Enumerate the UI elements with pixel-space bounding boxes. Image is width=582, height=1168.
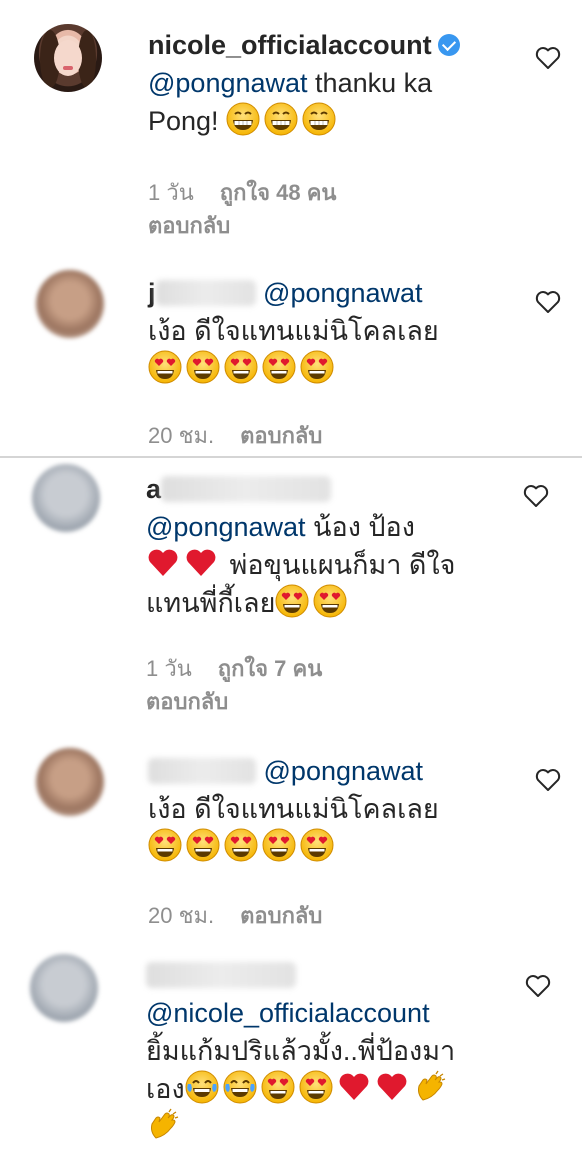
like-heart-icon[interactable] [534,766,562,794]
comment-text: เง้อ ดีใจแทนแม่นิโคลเลย [148,794,439,824]
heart-eyes-emoji [300,828,334,862]
heart-eyes-emoji [275,584,309,618]
comment-body: j @pongnawat เง้อ ดีใจแทนแม่นิโคลเลย [148,274,508,388]
comment-meta: 1 วัน ถูกใจ 48 คน [148,177,362,209]
comment-body: @pongnawat เง้อ ดีใจแทนแม่นิโคลเลย [148,752,508,866]
comment-time: 20 ชม. [148,903,215,928]
heart-eyes-emoji [261,1070,295,1104]
mention-link[interactable]: @pongnawat [264,756,424,786]
comment-time: 20 ชม. [148,423,215,448]
reply-button[interactable]: ตอบกลับ [146,686,228,718]
heart-eyes-emoji [148,350,182,384]
like-heart-icon[interactable] [524,972,552,1000]
grin-emoji [302,102,336,136]
heart-eyes-emoji [186,350,220,384]
grin-emoji [226,102,260,136]
comment-text: เง้อ ดีใจแทนแม่นิโคลเลย [148,316,439,346]
mention-link[interactable]: @pongnawat [146,512,306,542]
comment-meta: 20 ชม. ตอบกลับ [148,900,348,932]
comment-username[interactable]: a [146,474,161,504]
avatar[interactable] [36,748,104,816]
heart-eyes-emoji [148,828,182,862]
red-heart-emoji [337,1070,371,1104]
comment-text: แทนพี่กี้เลย [146,588,276,618]
comment-meta: 1 วัน ถูกใจ 7 คน [146,653,348,685]
comment-text: พ่อขุนแผนก็มา ดีใจ [229,550,456,580]
comment-time: 1 วัน [146,656,192,681]
comment-username[interactable]: nicole_officialaccount [148,30,432,60]
comment-text: เอง [146,1074,185,1104]
mention-link[interactable]: @pongnawat [148,68,308,98]
avatar[interactable] [32,464,100,532]
comment-meta: 20 ชม. ตอบกลับ [148,420,348,452]
heart-eyes-emoji [262,828,296,862]
comment-text: ยิ้มแก้มปริแล้วมั้ง..พี่ป้องมา [146,1036,456,1066]
heart-eyes-emoji [313,584,347,618]
joy-emoji [223,1070,257,1104]
comment-body: @nicole_officialaccount ยิ้มแก้มปริแล้วม… [146,956,506,1146]
red-heart-emoji [375,1070,409,1104]
like-heart-icon[interactable] [534,44,562,72]
red-heart-emoji [146,546,180,580]
red-heart-emoji [184,546,218,580]
reply-button[interactable]: ตอบกลับ [240,903,322,928]
blurred-username [161,476,332,502]
heart-eyes-emoji [300,350,334,384]
avatar[interactable] [36,270,104,338]
blurred-username [148,758,256,784]
reply-button[interactable]: ตอบกลับ [240,423,322,448]
verified-badge-icon [437,34,460,56]
avatar[interactable] [30,954,98,1022]
comment-time: 1 วัน [148,180,194,205]
like-heart-icon[interactable] [534,288,562,316]
heart-eyes-emoji [299,1070,333,1104]
grin-emoji [264,102,298,136]
reply-button[interactable]: ตอบกลับ [148,210,230,242]
comment-body: nicole_officialaccount @pongnawat thanku… [148,26,488,140]
avatar[interactable] [34,24,102,92]
comment-likes[interactable]: ถูกใจ 48 คน [220,180,337,205]
heart-eyes-emoji [224,350,258,384]
mention-link[interactable]: @pongnawat [263,278,423,308]
blurred-username [146,962,296,988]
divider [0,456,582,458]
joy-emoji [185,1070,219,1104]
comment-likes[interactable]: ถูกใจ 7 คน [218,656,323,681]
heart-eyes-emoji [224,828,258,862]
clap-emoji [146,1108,180,1142]
comment-username[interactable]: j [148,278,156,308]
heart-eyes-emoji [186,828,220,862]
like-heart-icon[interactable] [522,482,550,510]
comment-text: น้อง ป้อง [313,512,415,542]
mention-link[interactable]: @nicole_officialaccount [146,998,430,1028]
heart-eyes-emoji [262,350,296,384]
clap-emoji [413,1070,447,1104]
comment-body: a @pongnawat น้อง ป้อง พ่อขุนแผนก็มา ดีใ… [146,470,506,622]
blurred-username [155,280,256,306]
